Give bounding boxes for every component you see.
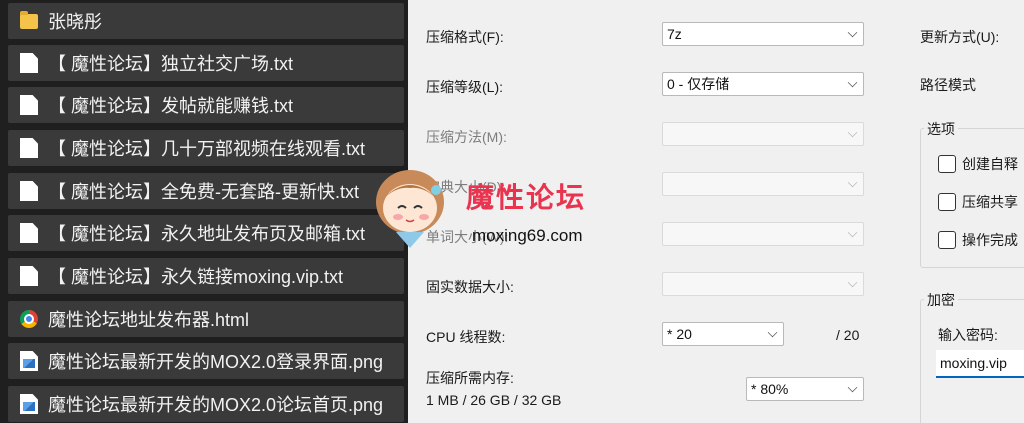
image-file-icon [20,394,38,414]
threads-max: / 20 [836,327,860,343]
level-select[interactable]: 0 - 仅存储 [662,72,864,96]
memory-percent-select[interactable]: * 80% [746,377,864,401]
file-item[interactable]: 【 魔性论坛】全免费-无套路-更新快.txt [8,173,404,209]
text-file-icon [20,266,38,286]
checkbox-box[interactable] [938,231,956,249]
file-item[interactable]: 【 魔性论坛】发帖就能赚钱.txt [8,87,404,123]
level-label: 压缩等级(L): [426,79,503,95]
file-name: 【 魔性论坛】全免费-无套路-更新快.txt [48,182,359,202]
text-file-icon [20,223,38,243]
chevron-down-icon [847,77,858,88]
file-name: 【 魔性论坛】永久链接moxing.vip.txt [48,267,344,287]
chevron-down-icon [847,277,858,288]
dictionary-select[interactable] [662,172,864,196]
format-label: 压缩格式(F): [426,29,504,45]
chevron-down-icon [767,327,778,338]
word-size-select[interactable] [662,222,864,246]
text-file-icon [20,53,38,73]
format-select[interactable]: 7z [662,22,864,46]
threads-select[interactable]: * 20 [662,322,784,346]
text-file-icon [20,138,38,158]
sfx-checkbox-label: 创建自释 [962,156,1018,172]
chevron-down-icon [847,227,858,238]
delete-after-checkbox-label: 操作完成 [962,232,1018,248]
shared-files-checkbox[interactable]: 压缩共享 [938,192,1018,212]
encryption-legend: 加密 [924,290,958,310]
threads-label: CPU 线程数: [426,329,506,345]
chevron-down-icon [847,127,858,138]
file-item[interactable]: 魔性论坛地址发布器.html [8,301,404,337]
method-label: 压缩方法(M): [426,129,507,145]
file-name: 魔性论坛地址发布器.html [48,310,250,330]
image-file-icon [20,351,38,371]
solid-size-select[interactable] [662,272,864,296]
file-item[interactable]: 魔性论坛最新开发的MOX2.0论坛首页.png [8,386,404,422]
file-item[interactable]: 【 魔性论坛】几十万部视频在线观看.txt [8,130,404,166]
dictionary-label: 字典大小(D): [426,179,506,195]
text-file-icon [20,95,38,115]
password-input[interactable]: moxing.vip [936,350,1024,378]
password-value: moxing.vip [940,355,1007,371]
file-item[interactable]: 魔性论坛最新开发的MOX2.0登录界面.png [8,343,404,379]
format-value: 7z [667,26,682,42]
file-name: 张晓彤 [48,12,102,32]
update-mode-label: 更新方式(U): [920,29,1000,45]
file-name: 【 魔性论坛】发帖就能赚钱.txt [48,96,294,116]
delete-after-checkbox[interactable]: 操作完成 [938,230,1018,250]
file-list: 张晓彤 【 魔性论坛】独立社交广场.txt 【 魔性论坛】发帖就能赚钱.txt … [0,0,408,423]
chevron-down-icon [847,382,858,393]
level-value: 0 - 仅存储 [667,76,730,92]
file-name: 魔性论坛最新开发的MOX2.0登录界面.png [48,352,384,372]
archive-settings-dialog: 压缩格式(F): 7z 压缩等级(L): 0 - 仅存储 压缩方法(M): 字典… [408,0,1024,423]
file-name: 【 魔性论坛】几十万部视频在线观看.txt [48,139,366,159]
checkbox-box[interactable] [938,193,956,211]
file-name: 【 魔性论坛】永久地址发布页及邮箱.txt [48,224,366,244]
text-file-icon [20,181,38,201]
file-name: 【 魔性论坛】独立社交广场.txt [48,54,294,74]
shared-files-checkbox-label: 压缩共享 [962,194,1018,210]
method-select[interactable] [662,122,864,146]
word-size-label: 单词大小(W): [426,229,509,245]
file-item[interactable]: 张晓彤 [8,3,404,39]
chrome-icon [20,310,38,328]
options-legend: 选项 [924,119,958,139]
chevron-down-icon [847,27,858,38]
memory-percent-value: * 80% [751,381,789,397]
file-item[interactable]: 【 魔性论坛】永久链接moxing.vip.txt [8,258,404,294]
sfx-checkbox[interactable]: 创建自释 [938,154,1018,174]
password-label: 输入密码: [938,327,998,343]
checkbox-box[interactable] [938,155,956,173]
memory-label: 压缩所需内存: [426,370,514,386]
memory-value: 1 MB / 26 GB / 32 GB [426,392,562,408]
solid-size-label: 固实数据大小: [426,279,514,295]
path-mode-label: 路径模式 [920,77,976,93]
file-item[interactable]: 【 魔性论坛】永久地址发布页及邮箱.txt [8,215,404,251]
chevron-down-icon [847,177,858,188]
file-item[interactable]: 【 魔性论坛】独立社交广场.txt [8,45,404,81]
file-name: 魔性论坛最新开发的MOX2.0论坛首页.png [48,395,384,415]
threads-value: * 20 [667,326,692,342]
folder-icon [20,10,38,29]
